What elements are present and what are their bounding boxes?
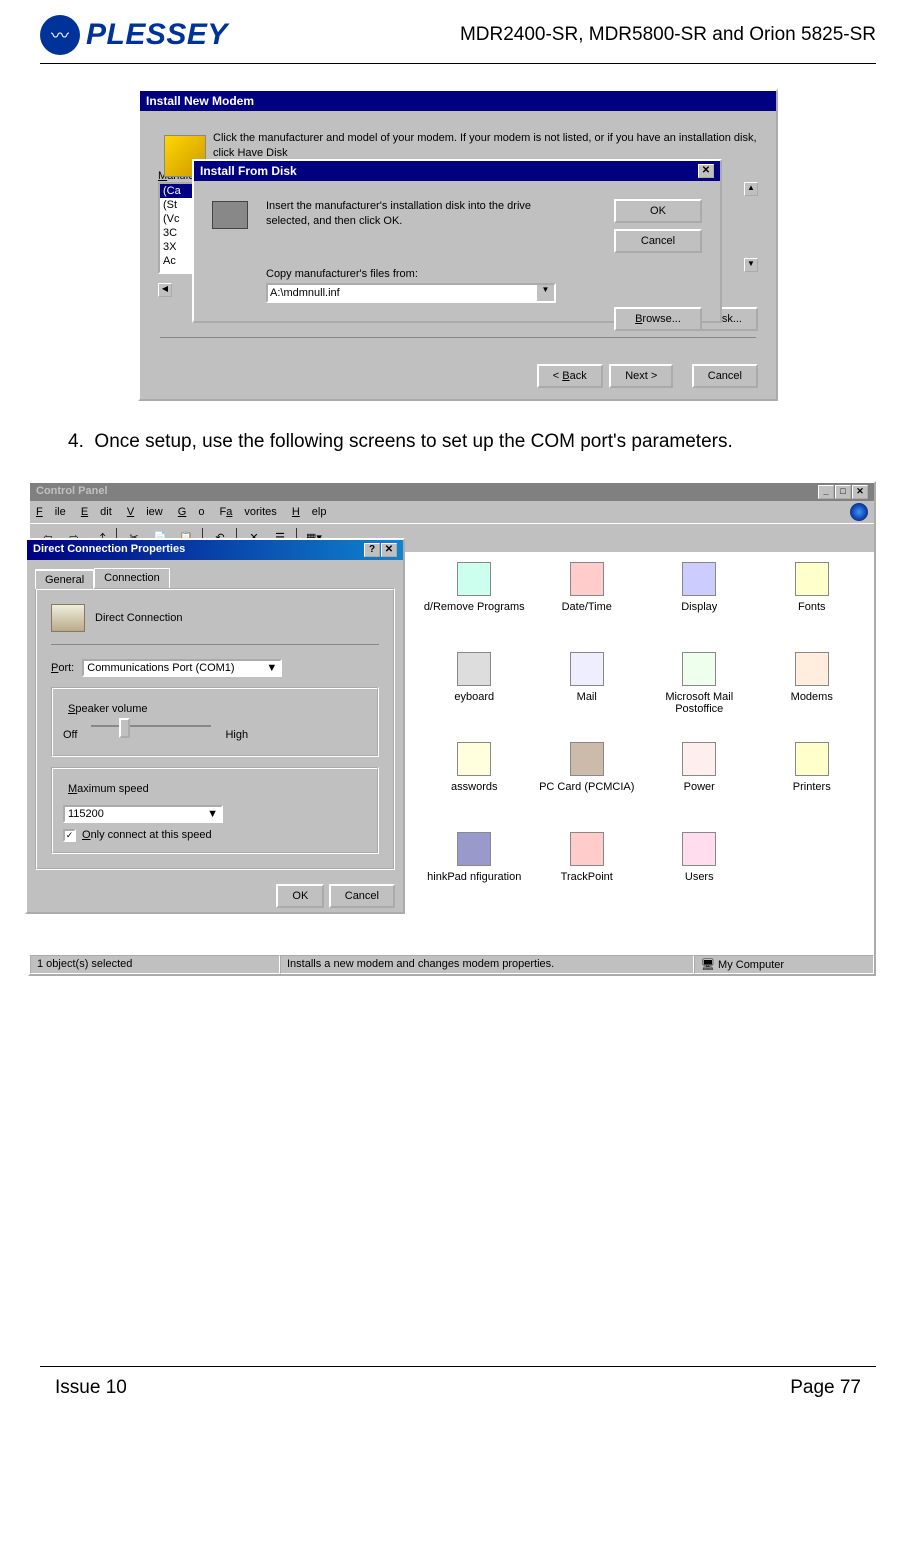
port-value: Communications Port (COM1) — [87, 662, 234, 674]
install-from-disk-titlebar: Install From Disk ✕ — [194, 161, 720, 181]
max-speed-select[interactable]: 115200 ▼ — [63, 805, 223, 823]
status-mid: Installs a new modem and changes modem p… — [280, 955, 694, 974]
cp-icon-modems[interactable]: Modems — [758, 652, 867, 738]
control-panel-titlebar: Control Panel _ □ ✕ — [30, 483, 874, 501]
disk-icon — [212, 201, 248, 229]
status-left: 1 object(s) selected — [30, 955, 280, 974]
volume-off-label: Off — [63, 729, 77, 741]
back-button[interactable]: < Back — [537, 364, 603, 388]
ok-button[interactable]: OK — [276, 884, 324, 908]
slider-thumb-icon[interactable] — [119, 718, 130, 738]
close-icon[interactable]: ✕ — [698, 164, 714, 178]
cp-icon-passwords[interactable]: asswords — [420, 742, 529, 828]
logo-icon: 〰 — [40, 15, 80, 55]
page-number: Page 77 — [790, 1377, 861, 1399]
volume-slider[interactable] — [91, 725, 211, 745]
port-select[interactable]: Communications Port (COM1) ▼ — [82, 659, 282, 677]
dropdown-icon[interactable]: ▼ — [536, 285, 554, 301]
install-modem-instruction: Click the manufacturer and model of your… — [158, 126, 758, 162]
browse-button[interactable]: Browse... — [614, 307, 702, 331]
status-right: 🖥 My Computer — [694, 955, 874, 974]
only-connect-label: Only connect at this speed — [82, 829, 212, 841]
close-icon[interactable]: ✕ — [852, 485, 868, 499]
maximize-icon[interactable]: □ — [835, 485, 851, 499]
menu-go[interactable]: Go — [178, 506, 205, 518]
cancel-button[interactable]: Cancel — [329, 884, 395, 908]
header-rule — [40, 63, 876, 64]
volume-high-label: High — [225, 729, 248, 741]
control-panel-menubar: File Edit View Go Favorites Help — [30, 501, 874, 523]
document-title: MDR2400-SR, MDR5800-SR and Orion 5825-SR — [460, 24, 876, 46]
ok-button[interactable]: OK — [614, 199, 702, 223]
minimize-icon[interactable]: _ — [818, 485, 834, 499]
cp-icon-keyboard[interactable]: eyboard — [420, 652, 529, 738]
issue-number: Issue 10 — [55, 1377, 127, 1399]
logo: 〰 PLESSEY — [40, 15, 228, 55]
menu-favorites[interactable]: Favorites — [220, 506, 277, 518]
menu-file[interactable]: File — [36, 506, 66, 518]
install-from-disk-instruction: Insert the manufacturer's installation d… — [266, 199, 546, 230]
control-panel-window: Control Panel _ □ ✕ File Edit View Go Fa… — [28, 481, 876, 976]
direct-connection-properties-dialog: Direct Connection Properties ? ✕ General… — [25, 538, 405, 914]
cancel-button[interactable]: Cancel — [692, 364, 758, 388]
cp-icon-mail[interactable]: Mail — [533, 652, 642, 738]
dcp-titlebar: Direct Connection Properties ? ✕ — [27, 540, 403, 560]
cancel-button[interactable]: Cancel — [614, 229, 702, 253]
install-from-disk-title: Install From Disk — [200, 164, 297, 178]
page-footer: Issue 10 Page 77 — [40, 1366, 876, 1419]
cp-icon-trackpoint[interactable]: TrackPoint — [533, 832, 642, 918]
ie-logo-icon — [850, 503, 868, 521]
scroll-down-icon[interactable]: ▼ — [744, 258, 758, 272]
hscroll-left-icon[interactable]: ◀ — [158, 283, 172, 297]
max-speed-value: 115200 — [68, 808, 104, 820]
close-icon[interactable]: ✕ — [381, 543, 397, 557]
cp-icon-datetime[interactable]: Date/Time — [533, 562, 642, 648]
step-number: 4. — [68, 431, 84, 452]
connection-name: Direct Connection — [95, 612, 182, 624]
page-header: 〰 PLESSEY MDR2400-SR, MDR5800-SR and Ori… — [0, 0, 916, 63]
cp-icon-fonts[interactable]: Fonts — [758, 562, 867, 648]
only-connect-checkbox[interactable]: ✓ — [63, 829, 76, 842]
step-body: Once setup, use the following screens to… — [94, 431, 732, 452]
install-from-disk-dialog: Install From Disk ✕ Insert the manufactu… — [192, 159, 722, 323]
path-combobox[interactable]: ▼ — [266, 283, 556, 303]
cp-icon-pcmcia[interactable]: PC Card (PCMCIA) — [533, 742, 642, 828]
menu-help[interactable]: Help — [292, 506, 327, 518]
path-input[interactable] — [268, 285, 536, 301]
tab-connection[interactable]: Connection — [94, 568, 170, 588]
modem-icon — [51, 604, 85, 632]
port-label: Port: — [51, 662, 74, 674]
install-modem-title: Install New Modem — [146, 94, 254, 108]
cp-icon-ms-mail[interactable]: Microsoft Mail Postoffice — [645, 652, 754, 738]
menu-edit[interactable]: Edit — [81, 506, 112, 518]
control-panel-statusbar: 1 object(s) selected Installs a new mode… — [30, 954, 874, 974]
cp-icon-thinkpad[interactable]: hinkPad nfiguration — [420, 832, 529, 918]
logo-text: PLESSEY — [86, 18, 228, 52]
cp-icon-printers[interactable]: Printers — [758, 742, 867, 828]
max-speed-label: Maximum speed — [65, 783, 152, 795]
dropdown-icon[interactable]: ▼ — [266, 662, 277, 674]
speaker-volume-label: Speaker volume — [65, 703, 151, 715]
tab-general[interactable]: General — [35, 569, 94, 589]
cp-icon-power[interactable]: Power — [645, 742, 754, 828]
cp-icon-display[interactable]: Display — [645, 562, 754, 648]
cp-icon-users[interactable]: Users — [645, 832, 754, 918]
help-icon[interactable]: ? — [364, 543, 380, 557]
menu-view[interactable]: View — [127, 506, 163, 518]
scroll-up-icon[interactable]: ▲ — [744, 182, 758, 196]
control-panel-title: Control Panel — [36, 485, 108, 499]
cp-icon-add-remove[interactable]: d/Remove Programs — [420, 562, 529, 648]
dropdown-icon[interactable]: ▼ — [207, 808, 218, 820]
step-4-text: 4. Once setup, use the following screens… — [68, 431, 876, 453]
next-button[interactable]: Next > — [609, 364, 673, 388]
dcp-title: Direct Connection Properties — [33, 543, 185, 557]
install-new-modem-window: Install New Modem Click the manufacturer… — [138, 89, 778, 401]
install-modem-titlebar: Install New Modem — [140, 91, 776, 111]
